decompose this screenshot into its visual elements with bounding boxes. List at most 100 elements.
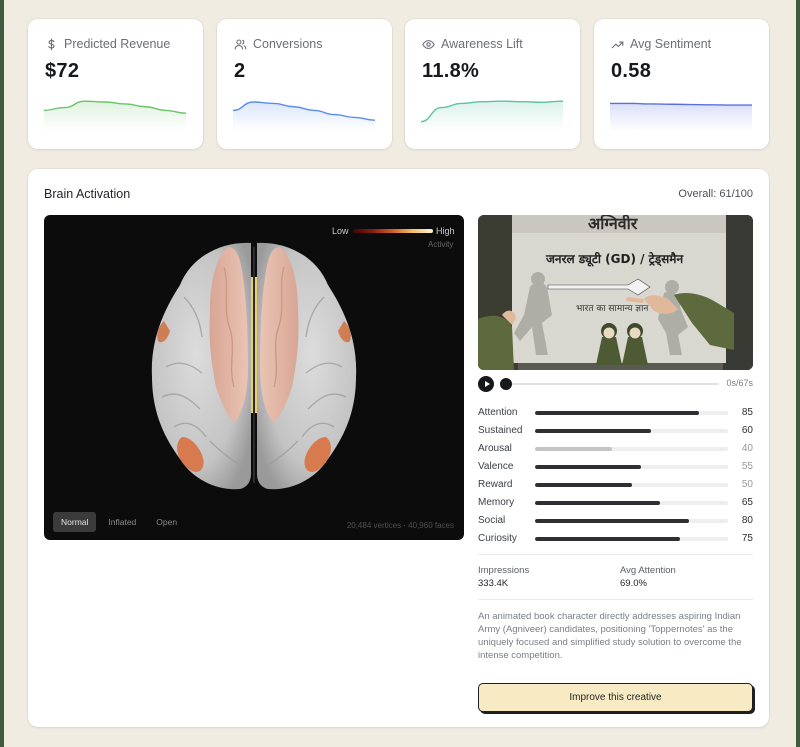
impressions-label: Impressions — [478, 565, 530, 576]
metric-value: 11.8% — [422, 60, 480, 82]
video-frame-image: अग्निवीर जनरल ड्यूटी (GD) / ट्रेड्समैन भ… — [478, 215, 753, 370]
brain-3d-model[interactable] — [144, 237, 364, 495]
video-sign-text: भारत का सामान्य ज्ञान — [576, 304, 649, 314]
window-edge-left — [0, 0, 4, 747]
sparkline-area — [233, 102, 375, 131]
divider — [478, 554, 753, 555]
metric-card-conversions: Conversions 2 — [217, 19, 392, 149]
brain-viewer[interactable]: Low High Activity Normal Inflated Open 2… — [44, 215, 464, 540]
score-value: 55 — [741, 461, 753, 472]
view-tab-normal[interactable]: Normal — [53, 512, 97, 532]
score-bar-fill — [535, 501, 661, 505]
progress-knob[interactable] — [500, 378, 512, 390]
score-bar-fill — [535, 411, 700, 415]
sparkline — [421, 100, 563, 131]
metric-header: Awareness Lift — [422, 37, 523, 51]
score-label: Sustained — [478, 425, 523, 436]
metric-header: Conversions — [234, 37, 322, 51]
sparkline-area — [44, 101, 186, 131]
score-bar-track — [535, 411, 728, 415]
legend-caption: Activity — [428, 240, 454, 249]
sparkline-area — [421, 101, 563, 131]
metric-card-awareness: Awareness Lift 11.8% — [405, 19, 580, 149]
section-title: Brain Activation — [44, 187, 131, 201]
metric-label: Predicted Revenue — [64, 37, 171, 51]
metric-card-sentiment: Avg Sentiment 0.58 — [594, 19, 769, 149]
score-value: 40 — [741, 443, 753, 454]
score-label: Reward — [478, 479, 513, 490]
score-row: Arousal 40 — [478, 441, 753, 459]
score-bar-track — [535, 429, 728, 433]
score-bar-track — [535, 501, 728, 505]
metric-label: Awareness Lift — [441, 37, 523, 51]
legend-low-label: Low — [332, 226, 349, 236]
legend-high-label: High — [436, 226, 455, 236]
score-label: Social — [478, 515, 506, 526]
metric-header: Predicted Revenue — [45, 37, 170, 51]
score-bar-fill — [535, 519, 690, 523]
score-bar-fill — [535, 465, 642, 469]
improve-creative-button[interactable]: Improve this creative — [478, 683, 753, 712]
score-row: Attention 85 — [478, 405, 753, 423]
score-bar-track — [535, 519, 728, 523]
score-row: Reward 50 — [478, 477, 753, 495]
view-mode-tabs: Normal Inflated Open — [53, 512, 185, 532]
video-sign-text: अग्निवीर — [588, 215, 639, 233]
score-bar-fill — [535, 447, 613, 451]
score-bar-fill — [535, 537, 680, 541]
time-display: 0s/67s — [726, 378, 753, 388]
video-player-controls: 0s/67s — [478, 375, 753, 393]
play-icon — [484, 381, 490, 387]
score-bar-fill — [535, 483, 632, 487]
video-preview[interactable]: अग्निवीर जनरल ड्यूटी (GD) / ट्रेड्समैन भ… — [478, 215, 753, 370]
metric-header: Avg Sentiment — [611, 37, 711, 51]
sparkline — [610, 102, 752, 131]
score-label: Curiosity — [478, 533, 517, 544]
score-value: 75 — [741, 533, 753, 544]
metrics-row: Predicted Revenue $72 Conversions 2 Awar… — [28, 19, 769, 149]
metric-value: 0.58 — [611, 60, 652, 82]
view-tab-inflated[interactable]: Inflated — [100, 512, 144, 532]
activity-legend-gradient — [353, 229, 433, 233]
score-bar-track — [535, 483, 728, 487]
view-tab-open[interactable]: Open — [148, 512, 185, 532]
mesh-stats: 20,484 vertices · 40,960 faces — [346, 521, 454, 530]
metric-card-revenue: Predicted Revenue $72 — [28, 19, 203, 149]
score-bar-track — [535, 537, 728, 541]
metric-value: 2 — [234, 60, 246, 82]
score-row: Sustained 60 — [478, 423, 753, 441]
score-bar-fill — [535, 429, 651, 433]
score-bar-track — [535, 465, 728, 469]
score-row: Valence 55 — [478, 459, 753, 477]
trending-up-icon — [611, 40, 624, 48]
window-edge-right — [796, 0, 800, 747]
score-label: Valence — [478, 461, 514, 472]
video-sign-text: जनरल ड्यूटी (GD) / ट्रेड्समैन — [545, 252, 684, 267]
score-value: 80 — [741, 515, 753, 526]
score-row: Curiosity 75 — [478, 531, 753, 549]
overall-score: Overall: 61/100 — [678, 188, 753, 200]
sparkline-area — [610, 103, 752, 131]
score-value: 65 — [741, 497, 753, 508]
metric-value: $72 — [45, 60, 80, 82]
metric-label: Conversions — [253, 37, 323, 51]
score-value: 50 — [741, 479, 753, 490]
score-row: Social 80 — [478, 513, 753, 531]
score-bar-track — [535, 447, 728, 451]
metric-label: Avg Sentiment — [630, 37, 712, 51]
impressions-value: 333.4K — [478, 578, 509, 589]
dollar-icon — [48, 38, 55, 50]
progress-track[interactable] — [512, 383, 719, 385]
eye-icon — [422, 39, 435, 49]
avg-attention-value: 69.0% — [620, 578, 647, 589]
score-value: 60 — [741, 425, 753, 436]
play-button[interactable] — [478, 376, 494, 392]
score-label: Attention — [478, 407, 518, 418]
divider — [478, 599, 753, 600]
score-value: 85 — [741, 407, 753, 418]
neural-scores: Attention 85 Sustained 60 Arousal 40 Val… — [478, 405, 753, 549]
avg-attention-label: Avg Attention — [620, 565, 676, 576]
score-label: Memory — [478, 497, 515, 508]
brain-activation-card: Brain Activation Overall: 61/100 Low Hig… — [28, 169, 769, 727]
sparkline — [44, 100, 186, 131]
